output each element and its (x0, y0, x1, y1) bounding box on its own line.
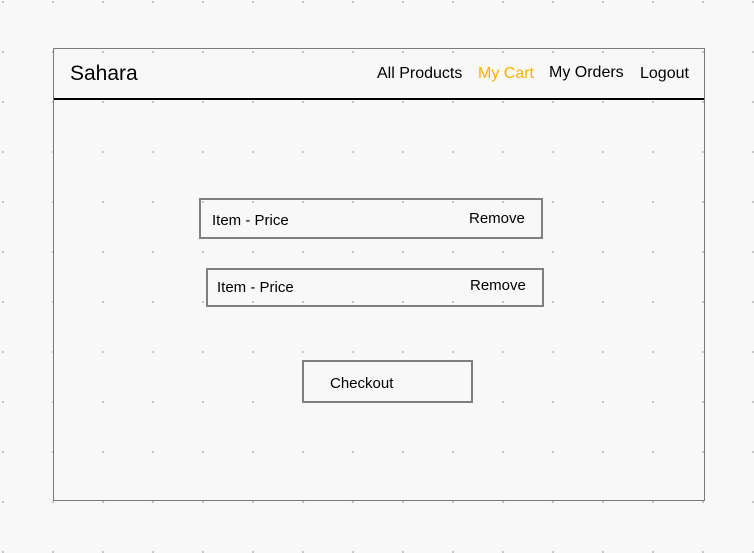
remove-button[interactable]: Remove (469, 210, 525, 227)
cart-item-label: Item - Price (212, 212, 289, 229)
checkout-button-label: Checkout (330, 375, 394, 392)
nav-link-my-orders[interactable]: My Orders (549, 64, 624, 82)
cart-item-label: Item - Price (217, 279, 294, 296)
cart-item: Item - Price Remove (206, 268, 544, 307)
navbar: Sahara All Products My Cart My Orders Lo… (54, 49, 704, 100)
nav-link-all-products[interactable]: All Products (377, 65, 462, 83)
nav-link-logout[interactable]: Logout (640, 65, 689, 83)
remove-button[interactable]: Remove (470, 277, 526, 294)
nav-link-my-cart[interactable]: My Cart (478, 65, 534, 83)
brand-logo-text: Sahara (70, 62, 138, 85)
cart-item: Item - Price Remove (199, 198, 543, 239)
app-window: Sahara All Products My Cart My Orders Lo… (53, 48, 705, 501)
checkout-button[interactable]: Checkout (302, 360, 473, 403)
